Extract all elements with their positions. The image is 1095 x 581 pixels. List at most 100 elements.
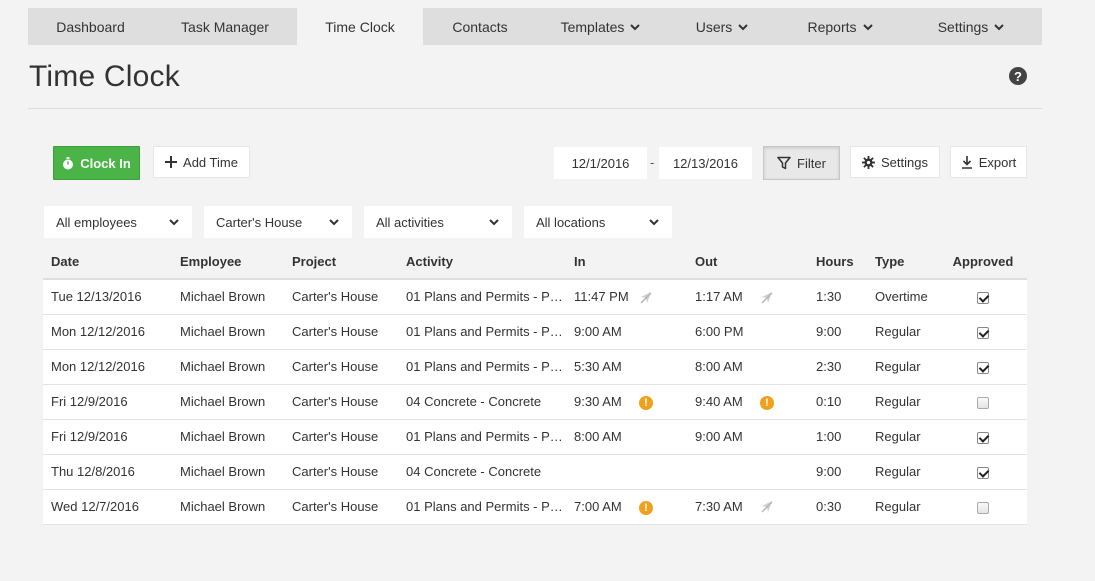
hours-cell: 1:30: [808, 279, 867, 315]
approved-cell: [939, 489, 1027, 525]
approved-checkbox[interactable]: [977, 501, 989, 514]
funnel-icon: [777, 156, 791, 170]
approved-checkbox[interactable]: [977, 466, 989, 479]
column-header-approved[interactable]: Approved: [939, 244, 1027, 280]
table-row[interactable]: Tue 12/13/2016 Michael Brown Carter's Hous…: [43, 279, 1027, 315]
date-to-input[interactable]: 12/13/2016: [659, 147, 752, 179]
approved-checkbox[interactable]: [977, 326, 989, 339]
out-icon-cell: !: [760, 384, 808, 420]
out-icon-cell: [760, 454, 808, 490]
nav-item-dashboard[interactable]: Dashboard: [28, 8, 153, 45]
nav-item-time-clock[interactable]: Time Clock: [297, 8, 423, 45]
in-icon-cell: [639, 314, 687, 350]
add-time-button[interactable]: Add Time: [153, 146, 250, 178]
nav-item-templates[interactable]: Templates: [537, 8, 665, 45]
column-header-out[interactable]: Out: [687, 244, 760, 280]
filter-button[interactable]: Filter: [763, 146, 840, 180]
project-select-value: Carter's House: [216, 214, 303, 230]
employee-cell: Michael Brown: [172, 419, 284, 455]
approved-checkbox[interactable]: [977, 291, 989, 304]
in-cell: 5:30 AM: [566, 349, 639, 385]
settings-button[interactable]: Settings: [850, 146, 940, 178]
warning-icon[interactable]: !: [639, 500, 653, 515]
nav-item-settings[interactable]: Settings: [901, 8, 1042, 45]
date-cell: Mon 12/12/2016: [43, 349, 172, 385]
out-cell: 9:40 AM: [687, 384, 760, 420]
project-cell: Carter's House: [284, 314, 398, 350]
nav-item-label: Dashboard: [56, 18, 125, 35]
date-cell: Tue 12/13/2016: [43, 279, 172, 315]
hours-cell: 1:00: [808, 419, 867, 455]
type-cell: Overtime: [867, 279, 939, 315]
nav-item-label: Users: [695, 18, 733, 35]
locations-select[interactable]: All locations: [524, 206, 672, 238]
type-cell: Regular: [867, 314, 939, 350]
table-row[interactable]: Fri 12/9/2016 Michael Brown Carter's House…: [43, 419, 1027, 455]
approved-cell: [939, 314, 1027, 350]
column-header-date[interactable]: Date: [43, 244, 172, 280]
project-cell: Carter's House: [284, 279, 398, 315]
in-icon-cell: [639, 349, 687, 385]
table-row[interactable]: Wed 12/7/2016 Michael Brown Carter's House…: [43, 489, 1027, 525]
project-cell: Carter's House: [284, 384, 398, 420]
nav-item-label: Contacts: [452, 18, 508, 35]
approved-checkbox[interactable]: [977, 396, 989, 409]
hours-cell: 9:00: [808, 314, 867, 350]
out-icon-cell: [760, 419, 808, 455]
activity-cell: 04 Concrete - Concrete: [398, 454, 566, 490]
filter-label: Filter: [797, 155, 826, 171]
table-row[interactable]: Mon 12/12/2016 Michael Brown Carter's Hous…: [43, 349, 1027, 385]
activity-cell: 01 Plans and Permits - Permits: [398, 489, 566, 525]
out-icon-cell: [760, 314, 808, 350]
column-header-employee[interactable]: Employee: [172, 244, 284, 280]
column-header-out-icon: [760, 244, 808, 280]
location-off-icon[interactable]: [760, 291, 774, 305]
help-icon[interactable]: ?: [1009, 67, 1027, 85]
table-row[interactable]: Mon 12/12/2016 Michael Brown Carter's Hous…: [43, 314, 1027, 350]
nav-item-label: Settings: [937, 18, 989, 35]
column-header-project[interactable]: Project: [284, 244, 398, 280]
chevron-down-icon: [489, 219, 499, 226]
nav-item-reports[interactable]: Reports: [780, 8, 901, 45]
project-cell: Carter's House: [284, 349, 398, 385]
activities-select[interactable]: All activities: [364, 206, 512, 238]
export-button[interactable]: Export: [950, 146, 1027, 178]
table-row[interactable]: Thu 12/8/2016 Michael Brown Carter's House…: [43, 454, 1027, 490]
nav-item-task-manager[interactable]: Task Manager: [153, 8, 297, 45]
in-cell: 9:00 AM: [566, 314, 639, 350]
nav-item-label: Templates: [560, 18, 625, 35]
hours-cell: 0:10: [808, 384, 867, 420]
activities-select-value: All activities: [376, 214, 444, 230]
clock-in-label: Clock In: [80, 155, 131, 171]
warning-icon[interactable]: !: [639, 395, 653, 410]
employees-select[interactable]: All employees: [44, 206, 192, 238]
title-divider: [28, 108, 1042, 109]
in-cell: [566, 454, 639, 490]
warning-icon[interactable]: !: [760, 395, 774, 410]
employee-cell: Michael Brown: [172, 454, 284, 490]
project-cell: Carter's House: [284, 419, 398, 455]
column-header-activity[interactable]: Activity: [398, 244, 566, 280]
date-from-input[interactable]: 12/1/2016: [554, 147, 647, 179]
date-cell: Fri 12/9/2016: [43, 419, 172, 455]
in-icon-cell: [639, 454, 687, 490]
in-cell: 9:30 AM: [566, 384, 639, 420]
approved-checkbox[interactable]: [977, 361, 989, 374]
chevron-down-icon: [738, 23, 748, 30]
out-icon-cell: [760, 489, 808, 525]
clock-in-button[interactable]: Clock In: [53, 146, 140, 180]
approved-checkbox[interactable]: [977, 431, 989, 444]
table-row[interactable]: Fri 12/9/2016 Michael Brown Carter's House…: [43, 384, 1027, 420]
nav-item-contacts[interactable]: Contacts: [423, 8, 537, 45]
column-header-in[interactable]: In: [566, 244, 639, 280]
chevron-down-icon: [862, 23, 873, 30]
project-select[interactable]: Carter's House: [204, 206, 352, 238]
column-header-type[interactable]: Type: [867, 244, 939, 280]
download-icon: [961, 155, 972, 169]
location-off-icon[interactable]: [760, 500, 774, 514]
in-icon-cell: !: [639, 384, 687, 420]
column-header-hours[interactable]: Hours: [808, 244, 867, 280]
chevron-down-icon: [630, 23, 641, 30]
nav-item-users[interactable]: Users: [665, 8, 780, 45]
location-off-icon[interactable]: [639, 291, 653, 305]
